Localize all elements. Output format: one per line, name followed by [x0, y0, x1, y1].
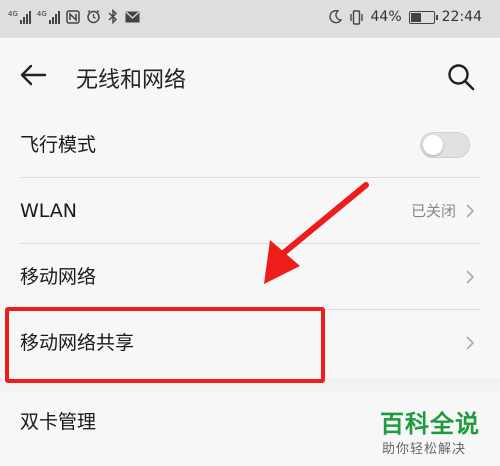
status-left: 4G 4G — [8, 9, 140, 24]
setting-airplane-mode[interactable]: 飞行模式 — [0, 112, 500, 178]
toggle-knob — [423, 135, 443, 155]
setting-label: 双卡管理 — [20, 411, 97, 433]
nfc-icon — [66, 9, 80, 24]
battery-percent: 44% — [370, 9, 402, 25]
setting-label: WLAN — [20, 200, 78, 222]
alarm-icon — [87, 9, 100, 24]
search-icon[interactable] — [446, 62, 476, 92]
signal-label-sim2: 4G — [36, 9, 47, 18]
status-right: 44% 22:44 — [328, 9, 482, 25]
mail-icon — [125, 11, 140, 22]
signal-label-sim1: 4G — [8, 9, 18, 18]
airplane-mode-toggle[interactable] — [420, 132, 470, 158]
status-bar: 4G 4G 44% 22:44 — [0, 0, 500, 38]
watermark-title: 百科全说 — [380, 410, 480, 438]
moon-icon — [328, 10, 342, 24]
page-title: 无线和网络 — [76, 68, 187, 93]
pointer-arrow-icon — [264, 182, 369, 284]
clock: 22:44 — [441, 9, 482, 25]
signal-icon-sim1: 4G — [8, 10, 31, 24]
watermark-subtitle: 助你轻松解决 — [382, 442, 467, 457]
signal-icon-sim2: 4G — [37, 10, 60, 24]
bluetooth-icon — [108, 9, 117, 24]
app-bar: 无线和网络 — [0, 38, 500, 112]
wlan-status: 已关闭 — [410, 202, 456, 220]
highlight-box — [5, 307, 325, 383]
battery-icon — [408, 10, 438, 24]
chevron-right-icon — [466, 204, 474, 218]
chevron-right-icon — [466, 270, 474, 284]
vibrate-icon — [349, 9, 363, 25]
chevron-right-icon — [466, 336, 474, 350]
back-arrow-icon[interactable] — [18, 60, 48, 90]
setting-label: 飞行模式 — [20, 134, 97, 156]
setting-label: 移动网络 — [20, 266, 97, 288]
